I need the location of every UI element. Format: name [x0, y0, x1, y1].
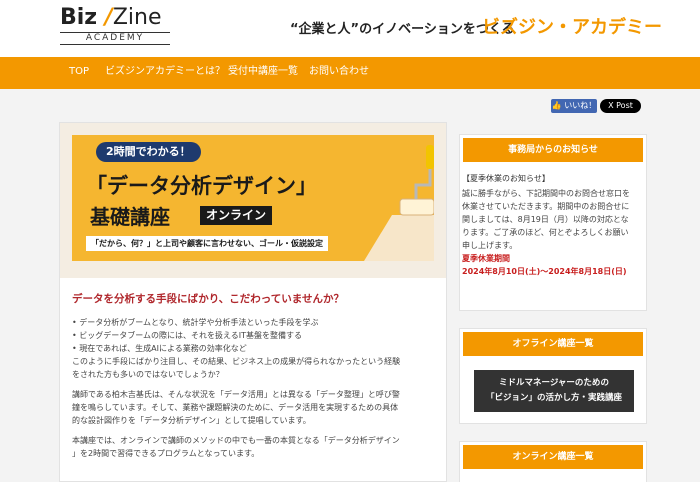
logo-wordmark: Biz /Zine	[60, 6, 172, 30]
main-nav: TOP ビズジンアカデミーとは？ 受付中講座一覧 お問い合わせ	[0, 57, 700, 89]
logo-zine: Zine	[112, 5, 162, 30]
logo-biz: Biz	[60, 5, 98, 30]
logo-slash: /	[104, 5, 113, 30]
bullet-item: • データ分析がブームとなり、統計学や分析手法といった手段を学ぶ	[72, 318, 319, 327]
article-content: データを分析する手段にばかり、こだわっていませんか？ • データ分析がブームとな…	[72, 291, 434, 460]
hero-area: 2時間でわかる！ 「データ分析デザイン」 基礎講座 オンライン 「だから、何？」…	[60, 123, 446, 278]
banner-subtitle: 「だから、何？」と上司や顧客に言わせない、ゴール・仮説設定	[86, 236, 328, 251]
paragraph-line: 的な設計図作りを「データ分析デザイン」として提唱しています。	[72, 416, 311, 425]
paragraph-line: 鐘を鳴らしています。そして、業務や課題解決のために、データ活用を実現するための具…	[72, 403, 399, 412]
notice-line: ります。ご了承のほど、何とぞよろしくお願い	[462, 228, 629, 237]
course-banner: 2時間でわかる！ 「データ分析デザイン」 基礎講座 オンライン 「だから、何？」…	[72, 135, 434, 261]
site-header: Biz /Zine ACADEMY “企業と人”のイノベーションをつくる ビズジ…	[0, 0, 700, 56]
tagline: “企業と人”のイノベーションをつくる	[290, 22, 515, 37]
paragraph-line: 」を2時間で習得できるプログラムとなっています。	[72, 449, 260, 458]
article-heading: データを分析する手段にばかり、こだわっていませんか？	[72, 293, 344, 305]
brand-title[interactable]: ビズジン・アカデミー	[482, 13, 662, 39]
logo-academy: ACADEMY	[60, 32, 170, 45]
paragraph-line: をされた方も多いのではないでしょうか？	[72, 370, 224, 379]
paragraph-line: 講師である柏木吉基氏は、そんな状況を「データ活用」とは異なる「データ整理」と呼び…	[72, 390, 400, 399]
bullet-item: • 現在であれば、生成AIによる業務の効率化など	[72, 344, 247, 353]
holiday-dates: 2024年8月10日(土)〜2024年8月18日(日)	[462, 267, 627, 276]
nav-item-courses[interactable]: 受付中講座一覧	[228, 57, 298, 89]
offline-courses-widget: オフライン講座一覧 ミドルマネージャーのための 「ビジョン」の活かし方・実践講座	[459, 328, 647, 424]
paragraph-line: 本講座では、オンラインで講師のメソッドの中でも一番の本質となる「データ分析デザイ…	[72, 436, 400, 445]
offline-course-link[interactable]: ミドルマネージャーのための 「ビジョン」の活かし方・実践講座	[474, 370, 634, 412]
banner-title-1: 「データ分析デザイン」	[86, 174, 317, 198]
notice-line: 関しましては、8月19日（月）以降の対応とな	[462, 215, 629, 224]
notice-line: 申し上げます。	[462, 241, 518, 250]
nav-item-top[interactable]: TOP	[69, 57, 89, 89]
x-post-button[interactable]: X Post	[600, 99, 641, 113]
article-body: • データ分析がブームとなり、統計学や分析手法といった手段を学ぶ • ビッグデー…	[72, 316, 434, 460]
nav-item-about[interactable]: ビズジンアカデミーとは？	[105, 57, 225, 89]
notice-widget: 事務局からのお知らせ 【夏季休業のお知らせ】 誠に勝手ながら、下記期間中のお問合…	[459, 134, 647, 311]
nav-item-contact[interactable]: お問い合わせ	[309, 57, 369, 89]
notice-body: 誠に勝手ながら、下記期間中のお問合せ窓口を 休業させていただきます。期間中のお問…	[462, 187, 646, 278]
notice-line: 休業させていただきます。期間中のお問合せに	[462, 202, 630, 211]
notice-title: 【夏季休業のお知らせ】	[462, 174, 550, 183]
paragraph-line: このように手段にばかり注目し、その結果、ビジネス上の成果が得られなかったという経…	[72, 357, 401, 366]
facebook-like-button[interactable]: 👍 いいね！	[551, 99, 597, 113]
thumbs-up-icon: 👍	[551, 101, 562, 110]
banner-title-2: 基礎講座	[90, 205, 170, 229]
banner-online-badge: オンライン	[200, 206, 273, 225]
online-courses-widget: オンライン講座一覧	[459, 441, 647, 482]
like-label: いいね！	[564, 101, 597, 110]
offline-course-line-2: 「ビジョン」の活かし方・実践講座	[485, 393, 622, 403]
paint-roller-icon	[364, 145, 434, 261]
bullet-item: • ビッグデータブームの際には、それを扱えるIT基盤を整備する	[72, 331, 303, 340]
notice-heading: 事務局からのお知らせ	[463, 138, 643, 162]
bizzine-academy-logo[interactable]: Biz /Zine ACADEMY	[60, 6, 172, 45]
banner-pill: 2時間でわかる！	[96, 142, 201, 162]
notice-line: 誠に勝手ながら、下記期間中のお問合せ窓口を	[462, 189, 630, 198]
holiday-label: 夏季休業期間	[462, 254, 510, 263]
online-heading: オンライン講座一覧	[463, 445, 643, 469]
main-column: 2時間でわかる！ 「データ分析デザイン」 基礎講座 オンライン 「だから、何？」…	[59, 122, 447, 482]
offline-heading: オフライン講座一覧	[463, 332, 643, 356]
offline-course-line-1: ミドルマネージャーのための	[499, 378, 609, 388]
